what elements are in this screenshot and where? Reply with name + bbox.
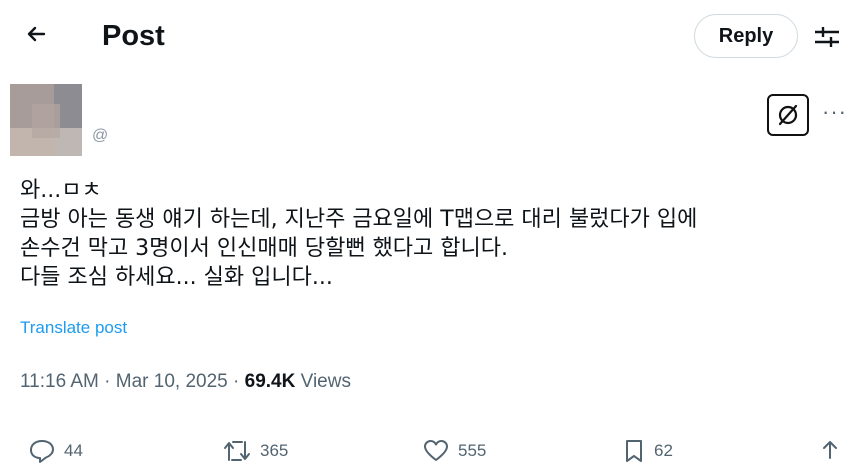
post-line: 손수건 막고 3명이서 인신매매 당할뻔 했다고 합니다.	[20, 236, 508, 261]
repost-count: 365	[260, 441, 289, 460]
share-action[interactable]	[818, 438, 842, 464]
views-label: Views	[300, 371, 351, 392]
views-count: 69.4K	[244, 371, 296, 392]
bookmark-icon	[626, 440, 642, 462]
share-icon	[823, 441, 837, 459]
reply-count: 44	[64, 441, 83, 460]
sliders-icon	[815, 27, 839, 47]
grok-button[interactable]	[767, 94, 809, 136]
heart-icon	[424, 440, 448, 461]
post-line: 금방 아는 동생 얘기 하는데, 지난주 금요일에 T맵으로 대리 불렀다가 입…	[20, 207, 698, 232]
bookmark-count: 62	[654, 441, 673, 460]
post-text: 와...ㅁㅊ 금방 아는 동생 얘기 하는데, 지난주 금요일에 T맵으로 대리…	[20, 176, 697, 292]
arrow-left-icon	[27, 26, 46, 42]
filter-button[interactable]	[812, 22, 842, 52]
comment-icon	[30, 440, 54, 463]
action-bar: 44 365 555 62	[0, 438, 860, 468]
repost-icon	[224, 441, 250, 461]
page-title: Post	[102, 20, 165, 52]
like-action[interactable]: 555	[422, 438, 486, 464]
more-icon[interactable]: ···	[822, 101, 847, 123]
post-meta: 11:16 AM · Mar 10, 2025 · 69.4K Views	[20, 371, 351, 393]
post-line: 다들 조심 하세요... 실화 입니다...	[20, 265, 333, 290]
reply-action[interactable]: 44	[28, 438, 83, 464]
post-time[interactable]: 11:16 AM	[20, 371, 99, 392]
avatar[interactable]	[10, 84, 82, 156]
meta-separator: ·	[104, 371, 116, 392]
meta-separator: ·	[233, 371, 245, 392]
author-handle[interactable]: @	[92, 127, 108, 145]
grok-icon	[778, 104, 798, 126]
bookmark-action[interactable]: 62	[622, 438, 673, 464]
like-count: 555	[458, 441, 487, 460]
post-line: 와...ㅁㅊ	[20, 178, 102, 203]
reply-button[interactable]: Reply	[694, 14, 798, 58]
post-date[interactable]: Mar 10, 2025	[116, 371, 228, 392]
back-button[interactable]	[20, 18, 52, 50]
repost-action[interactable]: 365	[222, 438, 288, 464]
translate-post-link[interactable]: Translate post	[20, 318, 127, 338]
